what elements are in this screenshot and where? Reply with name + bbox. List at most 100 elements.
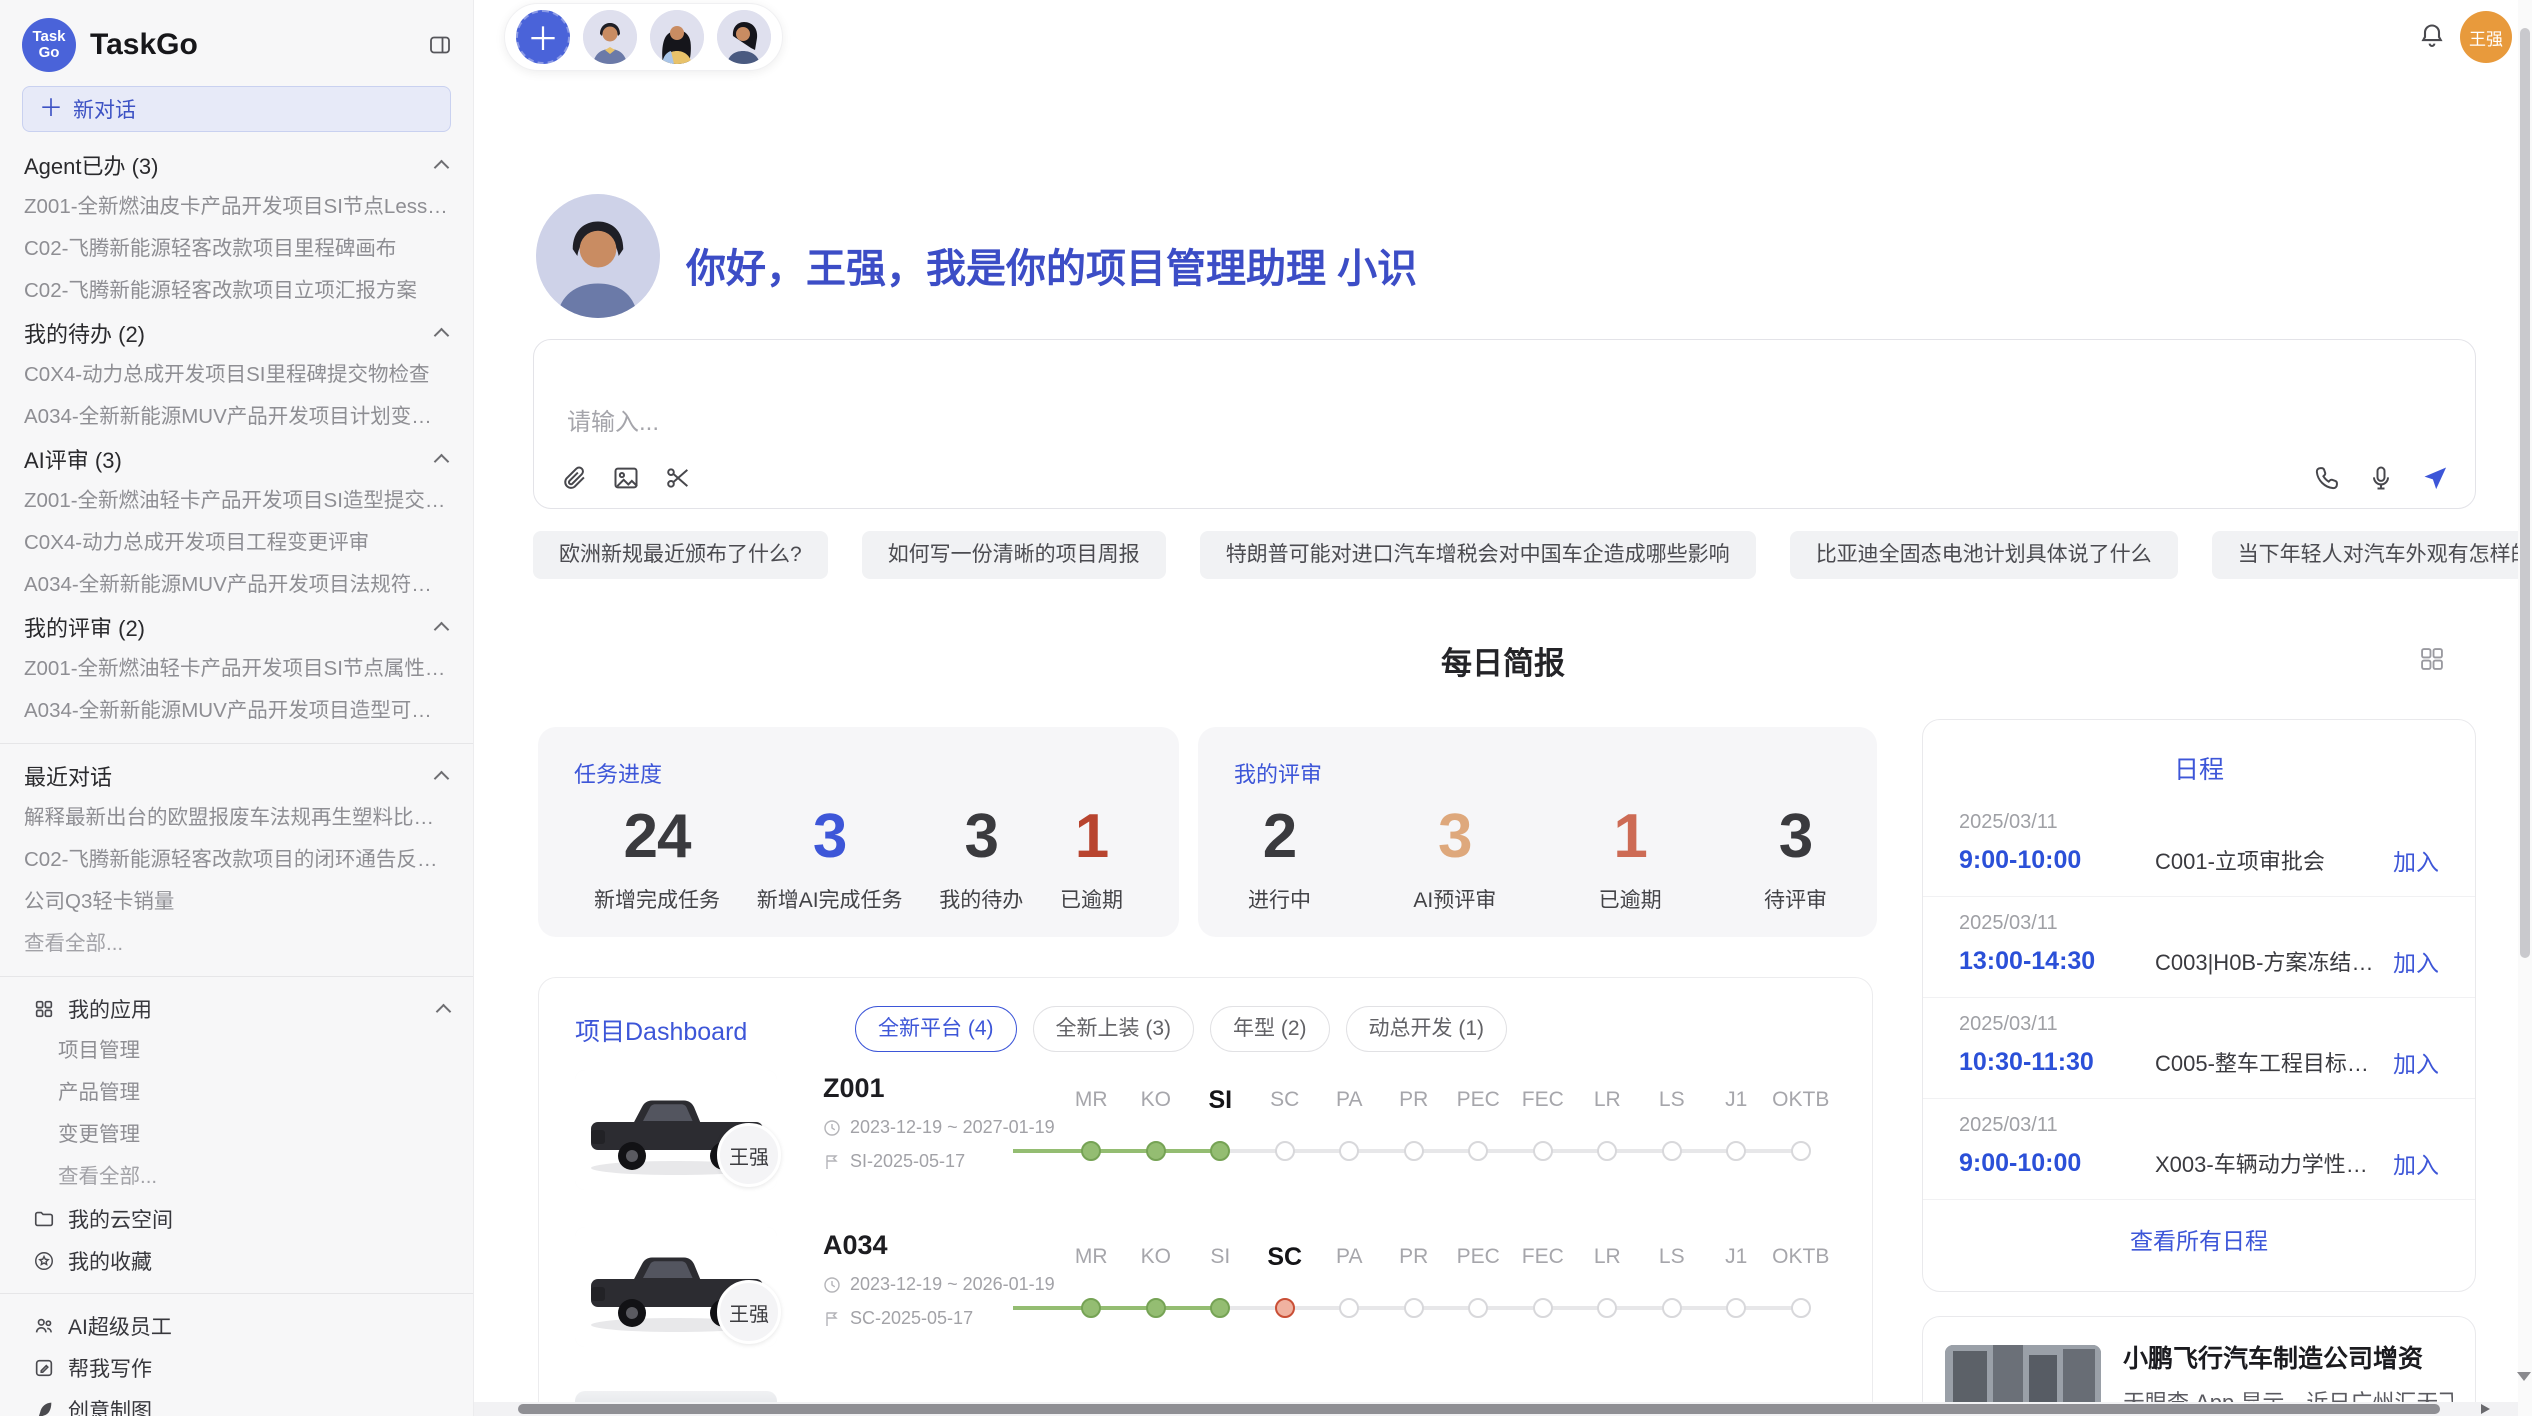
collapse-sidebar-icon[interactable] (427, 33, 453, 57)
milestone: FEC (1511, 1087, 1576, 1163)
stat-value: 2 (1248, 801, 1311, 872)
recent-chat-item[interactable]: 解释最新出台的欧盟报废车法规再生塑料比例被调至15%... (0, 797, 473, 839)
suggestion-chip[interactable]: 特朗普可能对进口汽车增税会对中国车企造成哪些影响 (1200, 531, 1756, 579)
agent-avatar-1[interactable] (583, 10, 637, 64)
section-my-todo[interactable]: 我的待办 (2) (0, 312, 473, 354)
schedule-panel: 日程 2025/03/11 9:00-10:00C001-立项审批会加入 202… (1922, 719, 2476, 1292)
people-icon (33, 1315, 55, 1337)
phone-call-icon[interactable] (2313, 464, 2341, 492)
suggestion-chip[interactable]: 欧洲新规最近颁布了什么? (533, 531, 828, 579)
my-cloud-label: 我的云空间 (68, 1204, 173, 1234)
ai-super-staff[interactable]: AI超级员工 (0, 1305, 473, 1347)
stat-value: 24 (594, 801, 720, 872)
section-my-review[interactable]: 我的评审 (2) (0, 606, 473, 648)
sidebar-item[interactable]: C02-飞腾新能源轻客改款项目里程碑画布 (0, 228, 473, 270)
tab-powertrain[interactable]: 动总开发 (1) (1346, 1006, 1508, 1052)
user-avatar[interactable]: 王强 (2460, 11, 2512, 63)
app-item-project[interactable]: 项目管理 (0, 1030, 473, 1072)
section-ai-review[interactable]: AI评审 (3) (0, 438, 473, 480)
star-icon (33, 1250, 55, 1272)
flag-icon (823, 1153, 841, 1171)
recent-chat-item[interactable]: 公司Q3轻卡销量 (0, 881, 473, 923)
suggestion-chip[interactable]: 如何写一份清晰的项目周报 (862, 531, 1166, 579)
apps-view-all[interactable]: 查看全部... (0, 1156, 473, 1198)
add-agent-button[interactable]: ＋ (516, 10, 570, 64)
suggestion-chip[interactable]: 比亚迪全固态电池计划具体说了什么 (1790, 531, 2178, 579)
sidebar-item[interactable]: Z001-全新燃油轻卡产品开发项目SI节点属性5D文件评审 (0, 648, 473, 690)
composer-placeholder: 请输入... (567, 402, 659, 437)
tab-new-body[interactable]: 全新上装 (3) (1033, 1006, 1195, 1052)
send-icon[interactable] (2421, 464, 2449, 492)
my-cloud-space[interactable]: 我的云空间 (0, 1198, 473, 1240)
write-icon (33, 1357, 55, 1379)
image-icon[interactable] (612, 464, 640, 492)
suggestion-chip[interactable]: 当下年轻人对汽车外观有怎样的喜好趋势 (2212, 531, 2532, 579)
milestone-dot (1597, 1298, 1617, 1318)
stat: 3 新增AI完成任务 (757, 801, 903, 914)
sidebar-item[interactable]: A034-全新新能源MUV产品开发项目法规符合性评审 (0, 564, 473, 606)
help-me-write[interactable]: 帮我写作 (0, 1347, 473, 1389)
scroll-down-arrow[interactable] (2517, 1372, 2531, 1381)
project-row-z001[interactable]: 王强 Z001 2023-12-19 ~ 2027-01-19 SI-2025-… (539, 1061, 1874, 1218)
agent-avatar-3[interactable] (717, 10, 771, 64)
schedule-item: 2025/03/11 9:00-10:00X003-车辆动力学性能验...加入 (1923, 1099, 2475, 1200)
my-favorites-label: 我的收藏 (68, 1246, 152, 1276)
stat-label: 新增AI完成任务 (757, 884, 903, 914)
my-apps-header[interactable]: 我的应用 (0, 988, 473, 1030)
app-item-change[interactable]: 变更管理 (0, 1114, 473, 1156)
milestone: LR (1575, 1087, 1640, 1163)
vertical-scrollbar-thumb[interactable] (2520, 28, 2530, 958)
scissors-icon[interactable] (664, 464, 692, 492)
notification-bell-icon[interactable] (2418, 22, 2446, 50)
join-button[interactable]: 加入 (2393, 1045, 2439, 1079)
schedule-time: 9:00-10:00 (1959, 1149, 2155, 1178)
agent-avatar-2[interactable] (650, 10, 704, 64)
section-recent-chats[interactable]: 最近对话 (0, 755, 473, 797)
card-title: 任务进度 (574, 757, 662, 789)
sidebar-item[interactable]: Z001-全新燃油皮卡产品开发项目SI节点Lesson Learn报告 (0, 186, 473, 228)
milestone: J1 (1704, 1244, 1769, 1320)
tab-all-new-platform[interactable]: 全新平台 (4) (855, 1006, 1017, 1052)
horizontal-scrollbar-thumb[interactable] (518, 1404, 2440, 1414)
milestone-dot (1533, 1298, 1553, 1318)
new-chat-button[interactable]: ＋ 新对话 (22, 86, 451, 132)
chevron-up-icon (434, 328, 450, 344)
my-favorites[interactable]: 我的收藏 (0, 1240, 473, 1282)
scroll-right-arrow[interactable] (2481, 1404, 2490, 1414)
composer-right-icons (2313, 464, 2449, 492)
sidebar-item[interactable]: C0X4-动力总成开发项目SI里程碑提交物检查 (0, 354, 473, 396)
sidebar-item[interactable]: Z001-全新燃油轻卡产品开发项目SI造型提交物评审 (0, 480, 473, 522)
schedule-item: 2025/03/11 13:00-14:30C003|H0B-方案冻结评审加入 (1923, 897, 2475, 998)
creative-drawing[interactable]: 创意制图 (0, 1389, 473, 1416)
section-agent-done[interactable]: Agent已办 (3) (0, 144, 473, 186)
milestone-label: FEC (1522, 1087, 1564, 1113)
attachment-icon[interactable] (560, 464, 588, 492)
stat-value: 3 (757, 801, 903, 872)
view-all-schedule-link[interactable]: 查看所有日程 (1923, 1222, 2475, 1256)
recent-chat-item[interactable]: C02-飞腾新能源轻客改款项目的闭环通告反馈情况 (0, 839, 473, 881)
news-card[interactable]: 小鹏飞行汽车制造公司增资 天眼查 App 显示，近日广州汇天飞行汽... (1922, 1316, 2476, 1416)
stats-row: 24新增完成任务 3新增AI完成任务 3我的待办 1已逾期 (538, 801, 1179, 914)
project-row-a034[interactable]: 王强 A034 2023-12-19 ~ 2026-01-19 SC-2025-… (539, 1218, 1874, 1375)
join-button[interactable]: 加入 (2393, 843, 2439, 877)
dashboard-tabs: 全新平台 (4) 全新上装 (3) 年型 (2) 动总开发 (1) (855, 1006, 1507, 1052)
join-button[interactable]: 加入 (2393, 944, 2439, 978)
stat-value: 3 (939, 801, 1023, 872)
chat-composer[interactable]: 请输入... (533, 339, 2476, 509)
sidebar-item[interactable]: A034-全新新能源MUV产品开发项目计划变更表编写 (0, 396, 473, 438)
divider (0, 1293, 473, 1294)
layout-grid-icon[interactable] (2418, 645, 2446, 673)
join-button[interactable]: 加入 (2393, 1146, 2439, 1180)
microphone-icon[interactable] (2367, 464, 2395, 492)
schedule-date: 2025/03/11 (1959, 1013, 2439, 1036)
recent-view-all[interactable]: 查看全部... (0, 923, 473, 965)
tab-year-model[interactable]: 年型 (2) (1210, 1006, 1330, 1052)
sidebar-item[interactable]: A034-全新新能源MUV产品开发项目造型可行性评审 (0, 690, 473, 732)
sidebar-item[interactable]: C02-飞腾新能源轻客改款项目立项汇报方案 (0, 270, 473, 312)
app-item-product[interactable]: 产品管理 (0, 1072, 473, 1114)
sidebar-item[interactable]: C0X4-动力总成开发项目工程变更评审 (0, 522, 473, 564)
project-owner-badge: 王强 (717, 1280, 781, 1344)
project-milestone-date: SC-2025-05-17 (850, 1308, 973, 1329)
milestone-dot (1339, 1141, 1359, 1161)
milestone: PEC (1446, 1244, 1511, 1320)
